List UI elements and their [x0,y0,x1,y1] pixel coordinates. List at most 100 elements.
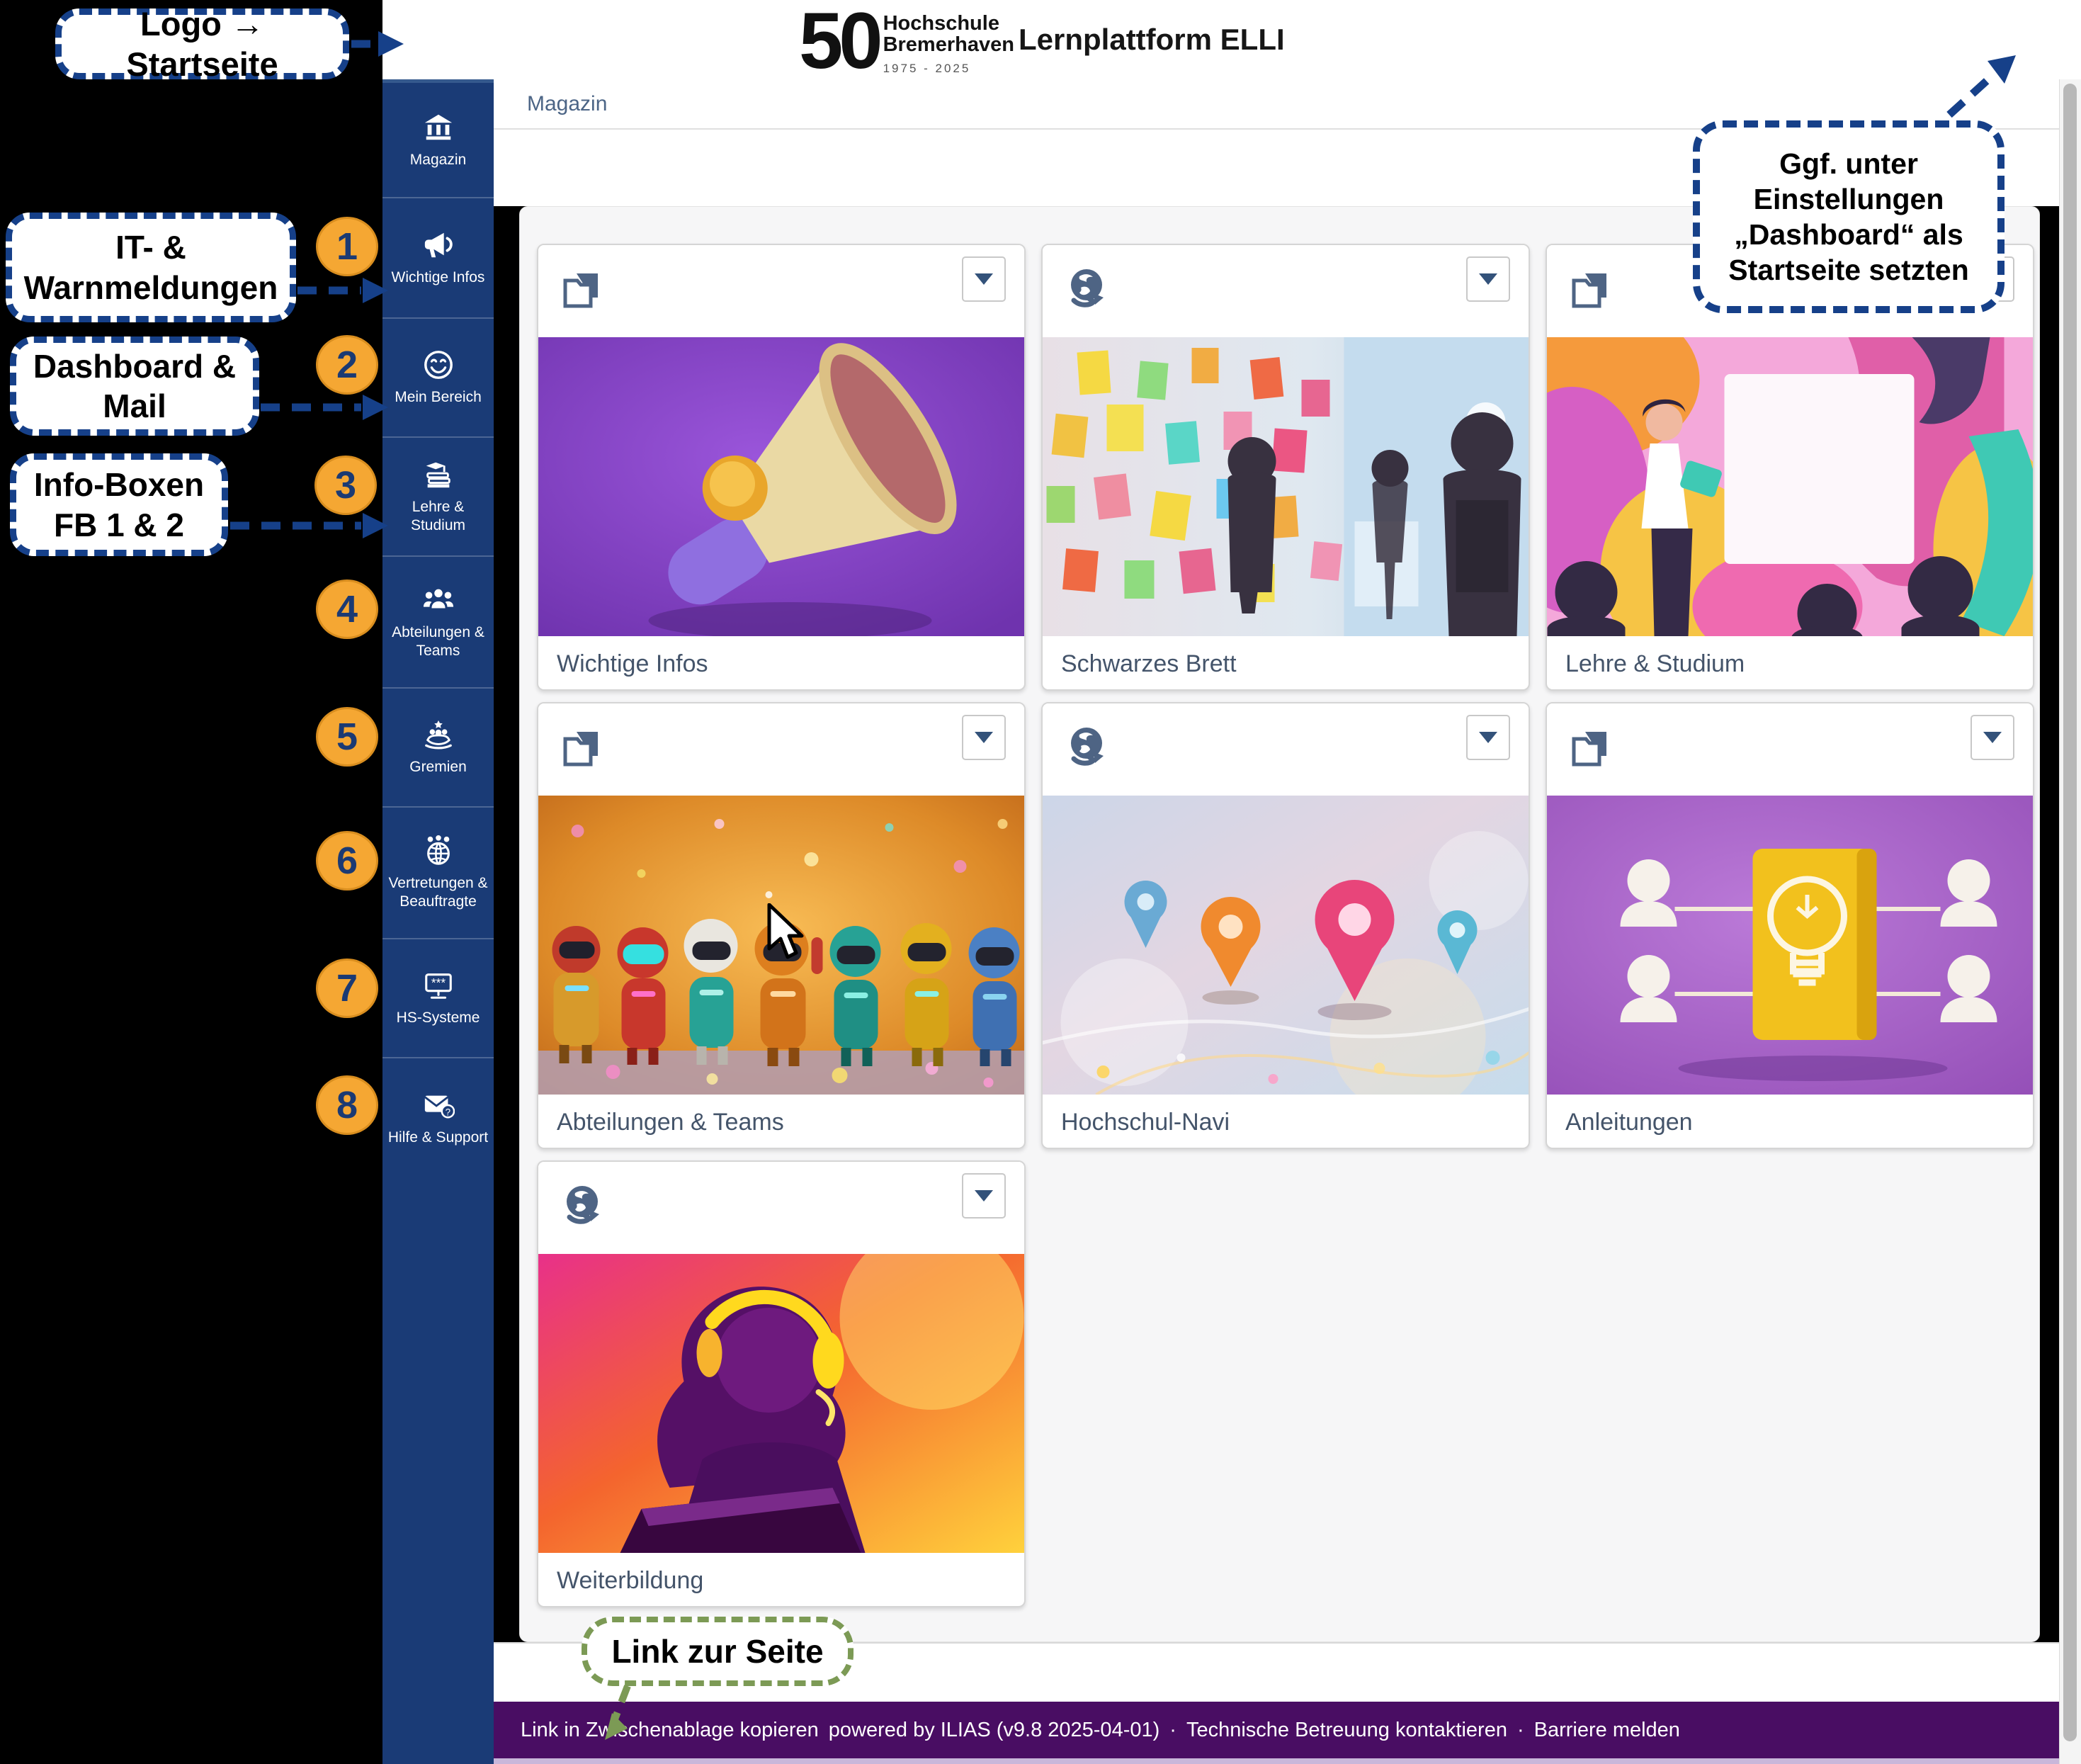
card-title[interactable]: Hochschul-Navi [1043,1095,1529,1149]
card-image-lightbulb-orgchart [1547,796,2033,1095]
sidebar-item-mein-bereich[interactable]: Mein Bereich [382,319,494,438]
mail-help-icon: ? [422,1089,455,1121]
footer-accent-strip [494,1758,2059,1764]
chevron-down-icon [975,273,993,285]
annotation-it-warnmeldungen: IT- & Warnmeldungen [6,213,296,322]
breadcrumb[interactable]: Magazin [527,92,607,116]
card-image-sticky-notes [1043,337,1529,636]
sidebar-item-label: Lehre & Studium [385,498,492,535]
card-wichtige-infos[interactable]: Wichtige Infos [537,244,1026,691]
card-title[interactable]: Schwarzes Brett [1043,636,1529,691]
annotation-badge-3: 3 [314,456,377,515]
sidebar-item-magazin[interactable]: Magazin [382,83,494,198]
footer-support-link[interactable]: Technische Betreuung kontaktieren [1186,1719,1507,1742]
top-header: 50 Hochschule Bremerhaven 1975 - 2025 Le… [382,0,2081,80]
footer-bar: Link in Zwischenablage kopieren powered … [494,1702,2059,1758]
sidebar-item-label: Wichtige Infos [385,268,492,287]
chevron-down-icon [975,1190,993,1202]
annotation-badge-8: 8 [316,1075,378,1135]
svg-text:***: *** [431,976,445,990]
folder-icon [560,725,605,770]
sidebar-item-vertretungen[interactable]: Vertretungen & Beauftragte [382,808,494,939]
annotation-badge-7: 7 [316,959,378,1018]
monitor-icon: *** [422,969,455,1002]
card-title[interactable]: Lehre & Studium [1547,636,2033,691]
books-graduation-icon [422,458,455,491]
card-title[interactable]: Abteilungen & Teams [538,1095,1024,1149]
annotation-dashboard-startseite: Ggf. unter Einstellungen „Dashboard“ als… [1693,120,2005,313]
logo-50: 50 [799,9,879,73]
sidebar-item-label: Gremien [385,758,492,776]
annotated-screenshot-canvas: 50 Hochschule Bremerhaven 1975 - 2025 Le… [0,0,2081,1764]
annotation-link-zur-seite: Link zur Seite [582,1617,854,1686]
annotation-dashboard-mail: Dashboard & Mail [10,337,259,436]
logo-line1: Hochschule [883,13,1014,34]
card-image-map-pins [1043,796,1529,1095]
chevron-down-icon [1479,273,1497,285]
page-title: Lernplattform ELLI [1019,0,1285,79]
logo-years: 1975 - 2025 [883,58,1014,79]
globe-users-icon [422,835,455,867]
folder-icon [1568,725,1614,770]
card-weiterbildung[interactable]: Weiterbildung [537,1160,1026,1607]
sidebar-item-hs-systeme[interactable]: *** HS-Systeme [382,939,494,1058]
annotation-badge-4: 4 [316,579,378,639]
bank-icon [422,111,455,144]
card-actions-dropdown[interactable] [962,256,1006,302]
hochschule-bremerhaven-logo[interactable]: 50 Hochschule Bremerhaven 1975 - 2025 [799,6,1026,77]
card-image-presentation [1547,337,2033,636]
sidebar-item-label: Mein Bereich [385,388,492,407]
annotation-badge-5: 5 [316,707,378,767]
card-image-megaphone [538,337,1024,636]
card-title[interactable]: Anleitungen [1547,1095,2033,1149]
sidebar-item-hilfe-support[interactable]: ? Hilfe & Support [382,1058,494,1177]
committee-icon [422,718,455,751]
folder-icon [1568,266,1614,312]
chevron-down-icon [975,732,993,743]
sidebar-item-label: Vertretungen & Beauftragte [385,874,492,911]
annotation-badge-1: 1 [316,217,378,276]
annotation-badge-6: 6 [316,831,378,891]
sidebar-item-label: HS-Systeme [385,1009,492,1027]
sidebar-item-abteilungen-teams[interactable]: Abteilungen & Teams [382,557,494,689]
card-hochschul-navi[interactable]: Hochschul-Navi [1041,702,1530,1149]
footer-separator: · [1169,1719,1176,1742]
svg-text:?: ? [445,1107,450,1117]
card-actions-dropdown[interactable] [962,1173,1006,1219]
footer-copy-link[interactable]: Link in Zwischenablage kopieren [521,1719,819,1742]
annotation-logo-callout: Logo → Startseite [55,9,349,79]
card-actions-dropdown[interactable] [962,715,1006,760]
card-actions-dropdown[interactable] [1466,256,1510,302]
card-image-headphones [538,1254,1024,1553]
sidebar-item-lehre-studium[interactable]: Lehre & Studium [382,438,494,557]
footer-powered-by[interactable]: powered by ILIAS (v9.8 2025-04-01) [829,1719,1160,1742]
card-actions-dropdown[interactable] [1466,715,1510,760]
sidebar-item-label: Hilfe & Support [385,1129,492,1147]
logo-line2: Bremerhaven [883,34,1014,55]
sidebar-item-wichtige-infos[interactable]: Wichtige Infos [382,198,494,319]
weblink-icon [560,1183,605,1228]
card-schwarzes-brett[interactable]: Schwarzes Brett [1041,244,1530,691]
card-anleitungen[interactable]: Anleitungen [1546,702,2034,1149]
chevron-down-icon [1983,732,2002,743]
card-actions-dropdown[interactable] [1971,715,2014,760]
sidebar-item-label: Abteilungen & Teams [385,623,492,660]
mouse-cursor [765,903,807,963]
folder-icon [560,266,605,312]
card-title[interactable]: Weiterbildung [538,1553,1024,1607]
footer-barrier-link[interactable]: Barriere melden [1534,1719,1680,1742]
annotation-badge-2: 2 [316,335,378,395]
sidebar-item-gremien[interactable]: Gremien [382,689,494,808]
footer-separator: · [1517,1719,1524,1742]
card-title[interactable]: Wichtige Infos [538,636,1024,691]
main-sidebar: Magazin Wichtige Infos Mein Bereich Lehr… [382,79,494,1764]
chevron-down-icon [1479,732,1497,743]
users-icon [422,584,455,616]
weblink-icon [1064,725,1109,770]
smiley-icon [422,349,455,381]
sidebar-item-label: Magazin [385,151,492,169]
scrollbar-thumb[interactable] [2063,84,2077,1741]
weblink-icon [1064,266,1109,312]
megaphone-icon [422,229,455,261]
annotation-info-boxen: Info-Boxen FB 1 & 2 [10,453,228,556]
